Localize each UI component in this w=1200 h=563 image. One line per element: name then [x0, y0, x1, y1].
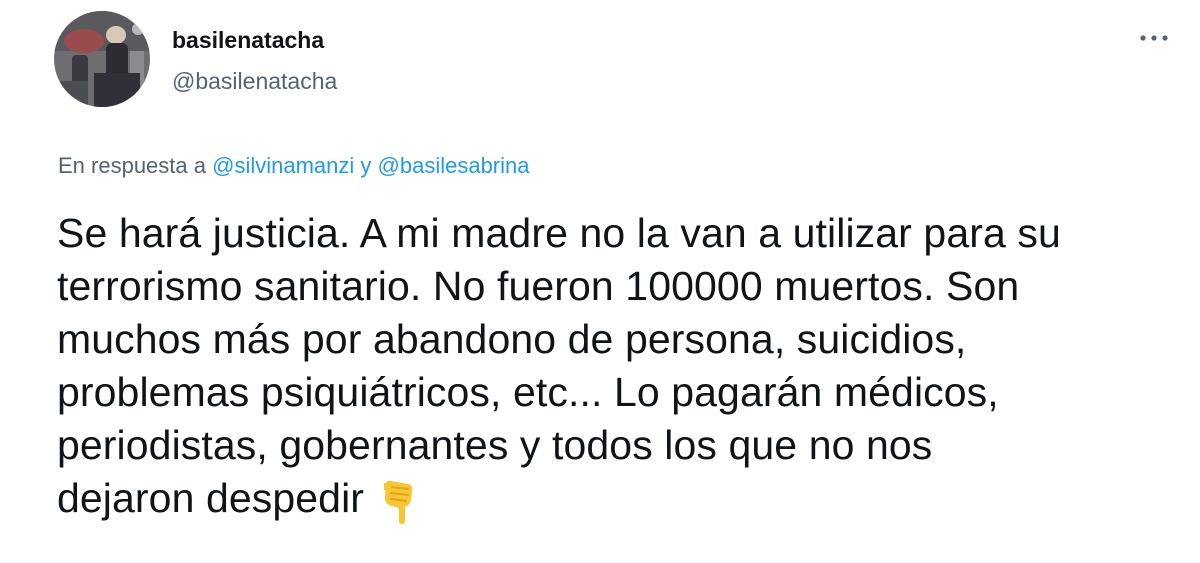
reply-context: En respuesta a @silvinamanzi y @basilesa…: [58, 152, 530, 180]
tweet-text-last-line: dejaron despedir: [57, 472, 1187, 539]
reply-conjunction: y: [360, 153, 372, 178]
backhand-index-pointing-down-icon: [378, 478, 418, 539]
tweet-text-line: periodistas, gobernantes y todos los que…: [57, 422, 933, 468]
profile-photo-icon: [54, 11, 150, 107]
tweet-text-line: problemas psiquiátricos, etc... Lo pagar…: [57, 369, 999, 415]
author-avatar[interactable]: [54, 11, 150, 107]
mention-link-basilesabrina[interactable]: @basilesabrina: [378, 153, 530, 178]
mention-link-silvinamanzi[interactable]: @silvinamanzi: [212, 153, 354, 178]
tweet-card: basilenatacha @basilenatacha En respuest…: [0, 0, 1200, 563]
tweet-text-line: Se hará justicia. A mi madre no la van a…: [57, 210, 1061, 256]
tweet-text-line: dejaron despedir: [57, 475, 365, 521]
more-options-icon: [1140, 35, 1168, 41]
reply-prefix: En respuesta a: [58, 153, 206, 178]
author-display-name[interactable]: basilenatacha: [172, 26, 337, 54]
tweet-text: Se hará justicia. A mi madre no la van a…: [57, 207, 1187, 539]
author-handle[interactable]: @basilenatacha: [172, 67, 337, 95]
tweet-text-line: muchos más por abandono de persona, suic…: [57, 316, 967, 362]
tweet-text-line: terrorismo sanitario. No fueron 100000 m…: [57, 263, 1020, 309]
more-options-button[interactable]: [1134, 24, 1174, 52]
author-info: basilenatacha @basilenatacha: [172, 26, 337, 95]
